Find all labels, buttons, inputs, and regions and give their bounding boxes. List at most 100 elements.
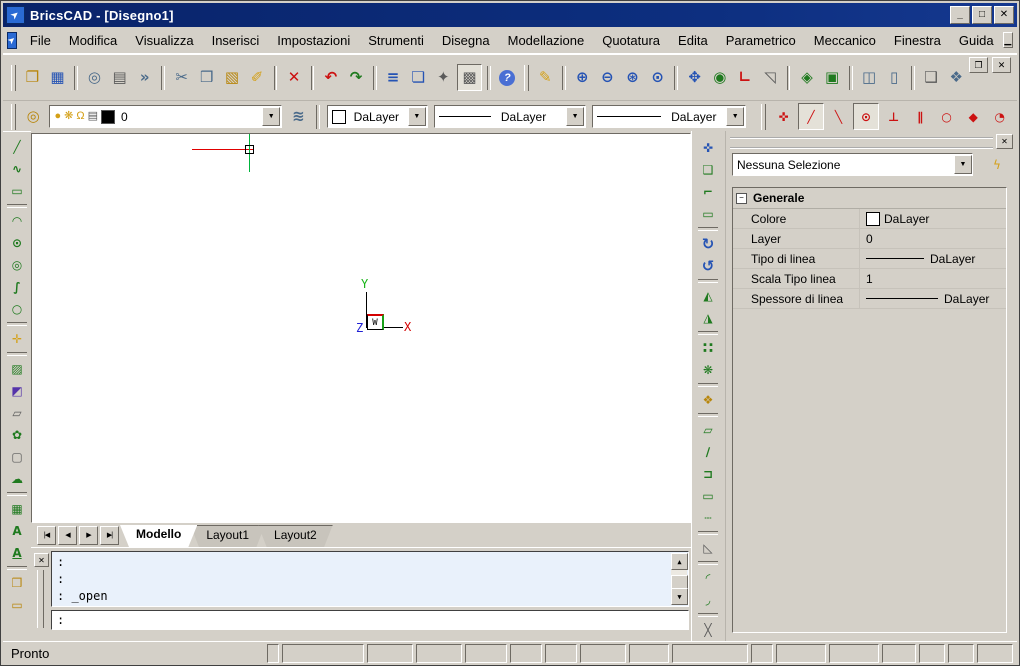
layer-states-button[interactable]: ≋ bbox=[286, 104, 311, 129]
menu-modifica[interactable]: Modifica bbox=[60, 30, 126, 51]
status-panel[interactable] bbox=[282, 644, 364, 663]
properties-panel-button[interactable]: ≡ bbox=[382, 65, 405, 90]
selection-combobox[interactable]: Nessuna Selezione ▼ bbox=[732, 153, 973, 176]
undo-button[interactable]: ↶ bbox=[319, 65, 342, 90]
array-polar-button[interactable]: ❋ bbox=[696, 359, 720, 381]
redo-button[interactable]: ↷ bbox=[345, 65, 368, 90]
print-preview-button[interactable]: ◎ bbox=[83, 65, 106, 90]
lineweight-dropdown-arrow[interactable]: ▼ bbox=[726, 107, 744, 126]
menu-edita[interactable]: Edita bbox=[669, 30, 717, 51]
properties-grip[interactable] bbox=[730, 137, 993, 149]
toolbar-grip[interactable] bbox=[761, 104, 766, 130]
status-panel[interactable] bbox=[829, 644, 879, 663]
section-generale[interactable]: − Generale bbox=[733, 188, 1006, 209]
status-panel[interactable] bbox=[580, 644, 626, 663]
real-time-view-button[interactable]: ◉ bbox=[708, 65, 731, 90]
property-row-layer[interactable]: Layer 0 bbox=[733, 229, 1006, 249]
document-menu-icon[interactable]: ➤ bbox=[7, 32, 17, 49]
table-button[interactable]: ▦ bbox=[5, 498, 29, 520]
color-combobox[interactable]: DaLayer ▼ bbox=[327, 105, 428, 128]
snap-endpoint-button[interactable]: ╱ bbox=[798, 103, 825, 130]
property-row-spessore-di-linea[interactable]: Spessore di linea DaLayer bbox=[733, 289, 1006, 309]
status-panel[interactable] bbox=[672, 644, 748, 663]
mirror-button[interactable]: ◭ bbox=[696, 285, 720, 307]
snap-tangent-button[interactable]: ○ bbox=[934, 104, 959, 129]
settings-button[interactable]: ✦ bbox=[432, 65, 455, 90]
toolbar-grip[interactable] bbox=[11, 104, 16, 130]
command-scrollbar[interactable]: ▲ ▼ bbox=[671, 553, 687, 605]
snap-nearest-button[interactable]: ✜ bbox=[771, 104, 796, 129]
rotate-button[interactable]: ↻ bbox=[696, 233, 720, 255]
status-panel[interactable] bbox=[267, 644, 279, 663]
child-restore-button[interactable]: ❐ bbox=[969, 57, 988, 73]
tab-last-button[interactable]: ▶| bbox=[100, 526, 119, 545]
fillet-button[interactable]: ◜ bbox=[696, 567, 720, 589]
revision-cloud-button[interactable]: ☁ bbox=[5, 468, 29, 490]
circle-button[interactable]: ⊙ bbox=[5, 232, 29, 254]
hatch-button[interactable]: ▨ bbox=[5, 358, 29, 380]
group-button[interactable]: ❑ bbox=[920, 65, 943, 90]
layer-explorer-button[interactable]: ◎ bbox=[21, 104, 46, 129]
status-panel[interactable] bbox=[545, 644, 577, 663]
mtext-button[interactable]: A bbox=[5, 542, 29, 564]
close-shape-button[interactable]: ▭ bbox=[696, 485, 720, 507]
stretch-button[interactable]: ▭ bbox=[696, 203, 720, 225]
command-history[interactable]: : : : _open ▲ ▼ bbox=[51, 551, 689, 607]
open-button[interactable]: ❐ bbox=[21, 65, 44, 90]
tile-vertical-button[interactable]: ▯ bbox=[883, 65, 906, 90]
menu-disegna[interactable]: Disegna bbox=[433, 30, 499, 51]
toolbar-grip[interactable] bbox=[11, 65, 16, 91]
drawing-explorer-button[interactable]: ▩ bbox=[457, 64, 482, 91]
arc-button[interactable]: ◠ bbox=[5, 210, 29, 232]
tab-layout1[interactable]: Layout1 bbox=[190, 525, 265, 548]
menu-finestra[interactable]: Finestra bbox=[885, 30, 950, 51]
linetype-combobox[interactable]: DaLayer ▼ bbox=[434, 105, 586, 128]
minimize-button[interactable]: _ bbox=[950, 6, 970, 24]
lengthen-button[interactable]: ∕ bbox=[696, 441, 720, 463]
chamfer-button[interactable]: ◺ bbox=[696, 537, 720, 559]
child-minimize-button[interactable]: ▁ bbox=[1003, 32, 1013, 48]
selection-dropdown-arrow[interactable]: ▼ bbox=[954, 155, 972, 174]
solids-button[interactable]: ❖ bbox=[945, 65, 968, 90]
text-button[interactable]: A bbox=[5, 520, 29, 542]
cut-button[interactable]: ✂ bbox=[170, 65, 193, 90]
snap-perpendicular-button[interactable]: ⊥ bbox=[881, 104, 906, 129]
region-button[interactable]: ▱ bbox=[5, 402, 29, 424]
menu-impostazioni[interactable]: Impostazioni bbox=[268, 30, 359, 51]
delete-button[interactable]: ✕ bbox=[282, 65, 305, 90]
print-button[interactable]: ▤ bbox=[108, 65, 131, 90]
tab-previous-button[interactable]: ◀ bbox=[58, 526, 77, 545]
child-close-button[interactable]: ✕ bbox=[992, 57, 1011, 73]
tile-horizontal-button[interactable]: ◫ bbox=[858, 65, 881, 90]
status-panel[interactable] bbox=[919, 644, 945, 663]
property-row-colore[interactable]: Colore DaLayer bbox=[733, 209, 1006, 229]
zoom-in-button[interactable]: ⊕ bbox=[571, 65, 594, 90]
tab-modello[interactable]: Modello bbox=[120, 525, 197, 547]
trim-button[interactable]: ▱ bbox=[696, 419, 720, 441]
save-button[interactable]: ▦ bbox=[46, 65, 69, 90]
sheet-sets-button[interactable]: ❏ bbox=[407, 65, 430, 90]
scroll-down-icon[interactable]: ▼ bbox=[671, 588, 688, 605]
layer-dropdown-arrow[interactable]: ▼ bbox=[262, 107, 280, 126]
menu-visualizza[interactable]: Visualizza bbox=[126, 30, 202, 51]
status-panel[interactable] bbox=[465, 644, 507, 663]
status-panel[interactable] bbox=[751, 644, 773, 663]
pan-orbit-button[interactable]: ✥ bbox=[683, 65, 706, 90]
status-panel[interactable] bbox=[367, 644, 413, 663]
drawing-canvas[interactable]: Y X Z W bbox=[31, 133, 691, 523]
maximize-button[interactable]: □ bbox=[972, 6, 992, 24]
view-3d-button[interactable]: ◈ bbox=[795, 65, 818, 90]
rectangle-button[interactable]: ▭ bbox=[5, 180, 29, 202]
property-row-tipo-di-linea[interactable]: Tipo di linea DaLayer bbox=[733, 249, 1006, 269]
zoom-extents-button[interactable]: ⊛ bbox=[621, 65, 644, 90]
perspective-button[interactable]: ◹ bbox=[758, 65, 781, 90]
command-close-button[interactable]: ✕ bbox=[34, 553, 49, 567]
snap-midpoint-button[interactable]: ╲ bbox=[826, 104, 851, 129]
linetype-dropdown-arrow[interactable]: ▼ bbox=[566, 107, 584, 126]
explode-button[interactable]: ╳ bbox=[696, 619, 720, 641]
menu-strumenti[interactable]: Strumenti bbox=[359, 30, 433, 51]
boundary-button[interactable]: ✿ bbox=[5, 424, 29, 446]
lineweight-combobox[interactable]: DaLayer ▼ bbox=[592, 105, 746, 128]
polyline-button[interactable]: ∿ bbox=[5, 158, 29, 180]
status-panel[interactable] bbox=[629, 644, 669, 663]
